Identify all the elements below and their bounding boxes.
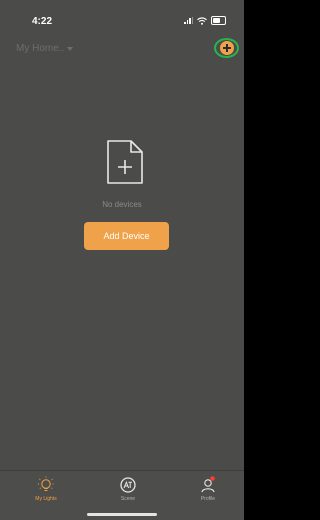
tab-label: My Lights <box>35 496 57 502</box>
signal-icon <box>184 17 193 24</box>
battery-icon <box>211 16 226 25</box>
profile-icon <box>201 476 215 493</box>
tab-my-lights[interactable]: My Lights <box>16 475 76 502</box>
home-indicator <box>87 513 157 516</box>
status-bar: 4:22 <box>0 0 244 27</box>
bulb-icon <box>38 476 54 491</box>
caret-down-icon <box>67 46 74 51</box>
app-screen: 4:22 My Home.. No devices Add Device My … <box>0 0 244 520</box>
tab-profile[interactable]: Profile <box>178 475 238 502</box>
empty-state-text: No devices <box>102 200 142 209</box>
scene-icon <box>120 477 136 493</box>
status-icons <box>184 16 226 25</box>
empty-document-icon <box>107 140 143 184</box>
wifi-icon <box>197 16 207 25</box>
header: My Home.. <box>0 36 244 62</box>
tab-label: Profile <box>200 496 216 502</box>
status-time: 4:22 <box>32 16 53 27</box>
notification-dot <box>210 476 215 481</box>
home-selector[interactable]: My Home.. <box>16 43 74 54</box>
add-device-button[interactable]: Add Device <box>84 222 169 250</box>
home-name: My Home.. <box>16 43 65 54</box>
tab-scene[interactable]: Scene <box>98 475 158 502</box>
plus-icon[interactable] <box>220 41 234 55</box>
tab-label: Scene <box>120 496 136 502</box>
